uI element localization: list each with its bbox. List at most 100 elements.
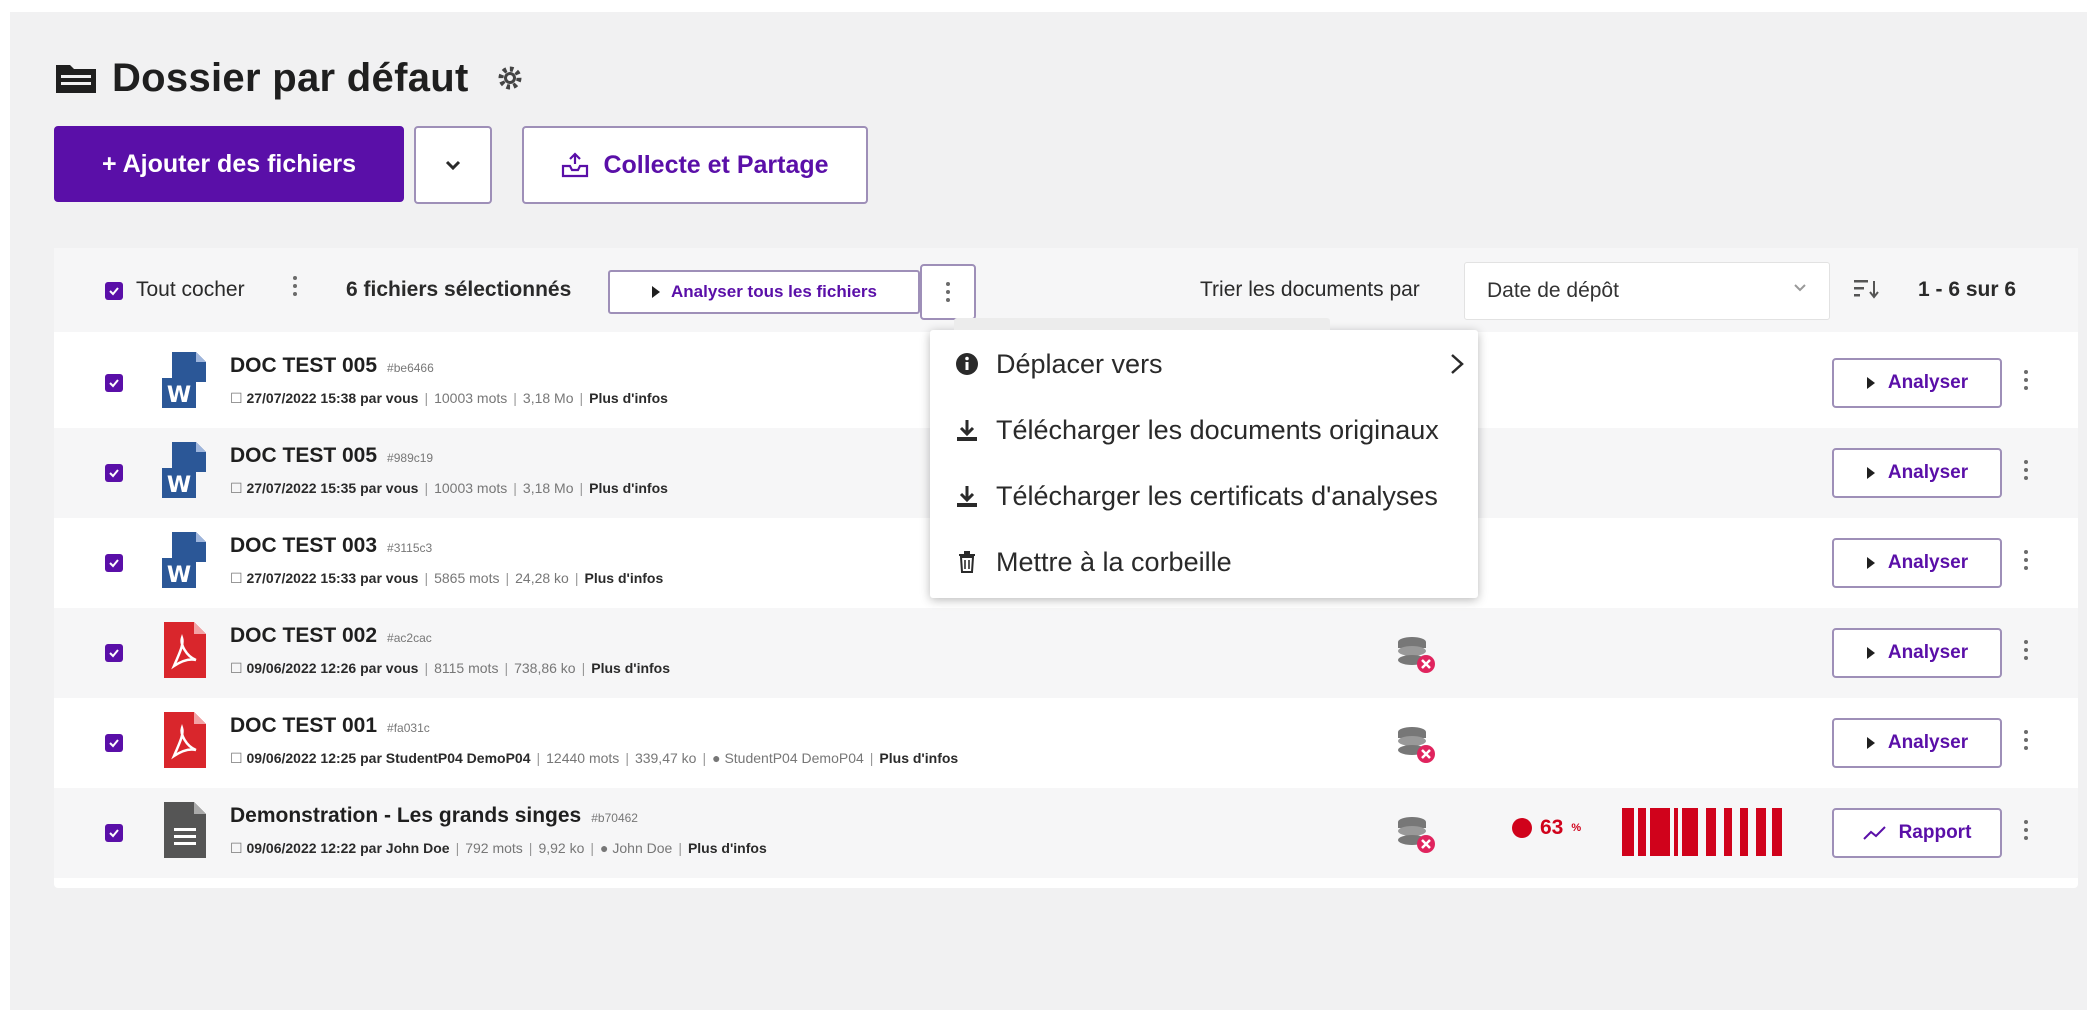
file-words: 8115 mots [434,660,499,676]
row-checkbox[interactable] [105,554,123,572]
word-file-icon: W [162,532,206,588]
more-info-link[interactable]: Plus d'infos [688,840,767,856]
row-options-icon[interactable] [2023,456,2029,484]
file-words: 10003 mots [434,480,508,496]
menu-item-label: Déplacer vers [996,348,1163,379]
analyze-label: Analyser [1887,642,1969,663]
pdf-file-icon [164,622,206,678]
file-name[interactable]: DOC TEST 005 #989c19 [230,444,433,468]
file-name[interactable]: DOC TEST 003 #3115c3 [230,534,432,558]
checkmark-icon [109,379,119,388]
analyze-button[interactable]: Analyser [1832,358,2002,408]
file-name[interactable]: Demonstration - Les grands singes #b70462 [230,804,638,828]
sort-select[interactable]: Date de dépôt [1464,262,1830,320]
bulk-actions-button[interactable] [920,264,976,320]
checkmark-icon [109,559,119,568]
play-icon [1866,737,1875,749]
file-name-text: DOC TEST 001 [230,714,378,737]
file-hash: #989c19 [387,451,434,465]
file-owner: John Doe [612,840,673,856]
row-options-icon[interactable] [2023,366,2029,394]
check-all-checkbox[interactable] [105,282,123,300]
file-name[interactable]: DOC TEST 002 #ac2cac [230,624,432,648]
row-checkbox[interactable] [105,374,123,392]
analyze-button[interactable]: Analyser [1832,628,2002,678]
folder-header: Dossier par défaut [54,54,523,102]
collect-share-label: Collecte et Partage [603,150,829,179]
chevron-down-icon [445,160,461,170]
row-checkbox[interactable] [105,734,123,752]
more-info-link[interactable]: Plus d'infos [879,750,958,766]
menu-item-trash[interactable]: Mettre à la corbeille [954,540,1232,584]
analyze-label: Analyser [1887,732,1969,753]
download-icon [954,483,980,509]
menu-item-download-originals[interactable]: Télécharger les documents originaux [954,408,1439,452]
file-meta: ☐ 09/06/2022 12:26 par vous | 8115 mots | 73… [230,660,671,676]
calendar-icon: ☐ [230,840,247,856]
gear-icon[interactable] [497,65,523,91]
add-files-dropdown-button[interactable] [414,126,492,204]
analyze-button[interactable]: Analyser [1832,448,2002,498]
menu-shadow [954,318,1330,330]
file-meta: ☐ 27/07/2022 15:35 par vous | 10003 mots | 3… [230,480,668,496]
check-all-options-icon[interactable] [292,272,298,300]
analyze-label: Analyser [1887,372,1969,393]
similarity-score[interactable]: 63% [1512,816,1581,840]
report-button[interactable]: Rapport [1832,808,2002,858]
score-value: 63 [1540,816,1564,839]
file-words: 10003 mots [434,390,508,406]
collect-share-button[interactable]: Collecte et Partage [522,126,868,204]
checkmark-icon [109,829,119,838]
row-options-icon[interactable] [2023,816,2029,844]
file-row[interactable]: DOC TEST 002 #ac2cac ☐ 09/06/2022 12:26 p… [54,608,2078,698]
report-label: Rapport [1898,822,1972,843]
analyze-button[interactable]: Analyser [1832,538,2002,588]
svg-text:W: W [167,473,191,498]
file-hash: #b70462 [591,811,638,825]
analyze-label: Analyser [1887,552,1969,573]
more-info-link[interactable]: Plus d'infos [584,570,663,586]
more-info-link[interactable]: Plus d'infos [591,660,670,676]
file-name[interactable]: DOC TEST 005 #be6466 [230,354,434,378]
menu-item-move-to[interactable]: Déplacer vers [954,342,1464,386]
sort-order-icon[interactable] [1854,278,1880,300]
file-meta: ☐ 09/06/2022 12:25 par StudentP04 DemoP0… [230,750,959,766]
file-hash: #be6466 [387,361,434,375]
row-checkbox[interactable] [105,644,123,662]
more-info-link[interactable]: Plus d'infos [589,480,668,496]
analyze-all-button[interactable]: Analyser tous les fichiers [608,270,920,314]
menu-item-download-certificates[interactable]: Télécharger les certificats d'analyses [954,474,1438,518]
row-options-icon[interactable] [2023,636,2029,664]
score-unit: % [1571,822,1582,834]
play-icon [1866,647,1875,659]
play-icon [1866,377,1875,389]
inbox-share-icon [562,152,589,178]
page-title: Dossier par défaut [112,55,469,100]
kebab-icon [945,278,951,306]
file-date: 27/07/2022 15:33 par vous [246,570,419,586]
file-date: 09/06/2022 12:22 par John Doe [246,840,450,856]
file-size: 24,28 ko [515,570,569,586]
row-checkbox[interactable] [105,824,123,842]
add-files-button[interactable]: + Ajouter des fichiers [54,126,404,202]
svg-text:W: W [167,563,191,588]
file-name-text: DOC TEST 002 [230,624,378,647]
row-options-icon[interactable] [2023,726,2029,754]
calendar-icon: ☐ [230,750,247,766]
more-info-link[interactable]: Plus d'infos [589,390,668,406]
calendar-icon: ☐ [230,480,247,496]
file-meta: ☐ 27/07/2022 15:38 par vous | 10003 mots | 3… [230,390,668,406]
selected-count: 6 fichiers sélectionnés [346,278,572,301]
row-checkbox[interactable] [105,464,123,482]
file-row[interactable]: Demonstration - Les grands singes #b70462… [54,788,2078,878]
chevron-down-icon [1794,284,1806,292]
analyze-button[interactable]: Analyser [1832,718,2002,768]
file-row[interactable]: DOC TEST 001 #fa031c ☐ 09/06/2022 12:25 p… [54,698,2078,788]
file-name[interactable]: DOC TEST 001 #fa031c [230,714,430,738]
checkmark-icon [109,287,119,296]
row-options-icon[interactable] [2023,546,2029,574]
chevron-right-icon [1451,354,1464,374]
check-all-label[interactable]: Tout cocher [136,278,245,302]
database-error-icon [1398,817,1435,853]
file-name-text: Demonstration - Les grands singes [230,804,582,827]
